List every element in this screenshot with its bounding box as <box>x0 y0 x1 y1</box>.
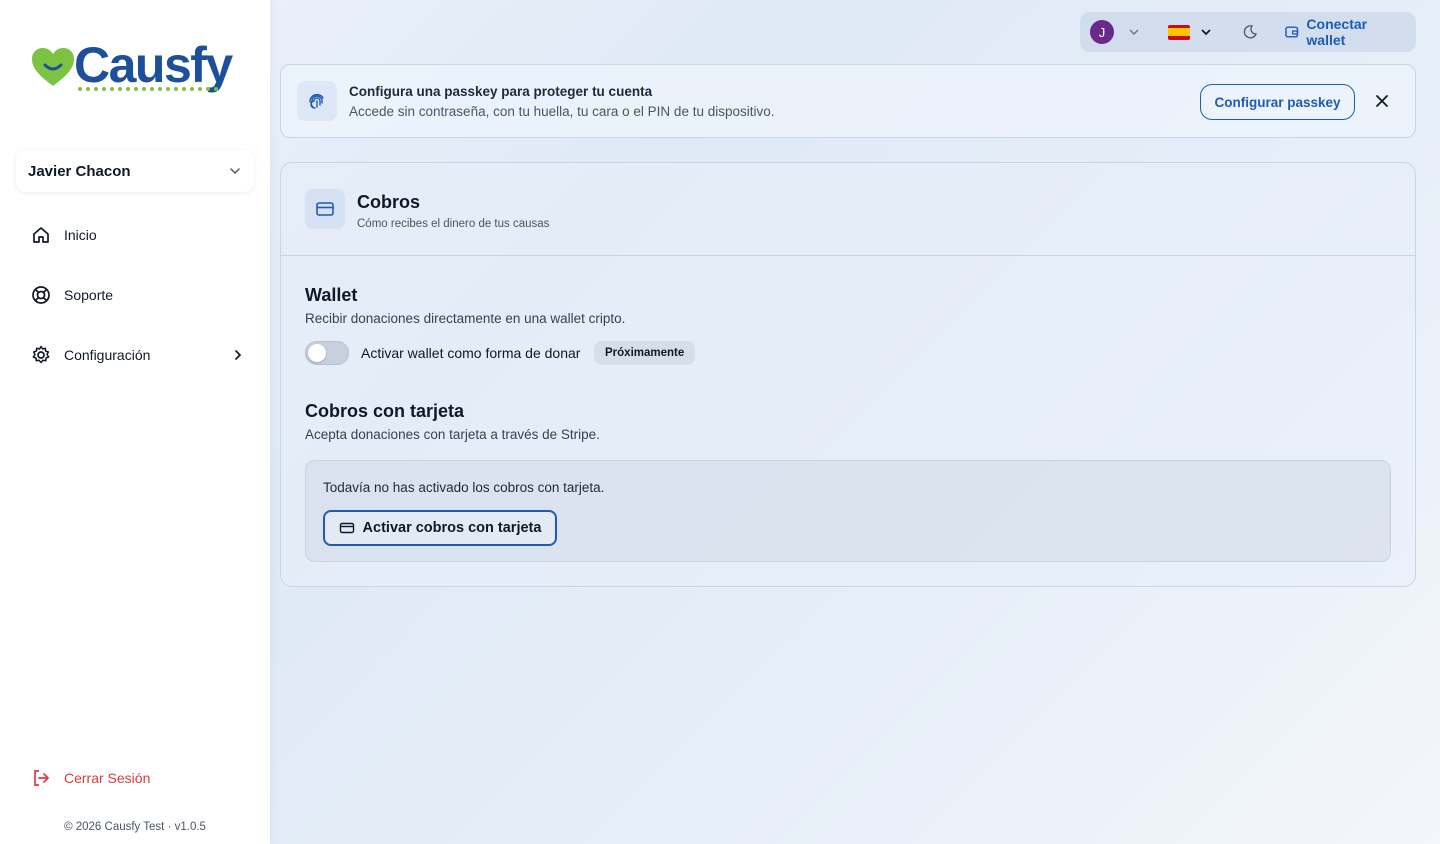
wallet-toggle-label: Activar wallet como forma de donar <box>361 345 581 361</box>
stripe-status-box: Todavía no has activado los cobros con t… <box>305 460 1391 562</box>
configure-passkey-button[interactable]: Configurar passkey <box>1200 84 1355 120</box>
banner-subtitle: Accede sin contraseña, con tu huella, tu… <box>349 104 775 119</box>
footer-copyright: © 2026 Causfy Test · v1.0.5 <box>64 821 206 833</box>
avatar: J <box>1090 20 1114 44</box>
sidebar-item-inicio[interactable]: Inicio <box>30 220 245 250</box>
logout-icon <box>30 767 52 789</box>
credit-card-icon <box>305 189 345 229</box>
sidebar: Causfy Javier Chacon Inicio Soporte Conf… <box>0 0 270 844</box>
sidebar-item-label: Inicio <box>64 227 97 243</box>
causfy-logo[interactable]: Causfy <box>30 40 245 96</box>
chevron-right-icon <box>235 350 242 360</box>
heart-logo-icon <box>32 48 74 86</box>
home-icon <box>30 224 52 246</box>
lifebuoy-icon <box>30 284 52 306</box>
wallet-section-title: Wallet <box>305 285 358 305</box>
credit-card-icon <box>339 520 355 536</box>
activate-card-payments-button[interactable]: Activar cobros con tarjeta <box>323 510 557 546</box>
language-selector[interactable] <box>1168 24 1212 40</box>
logout-label: Cerrar Sesión <box>64 770 151 786</box>
wallet-section-subtitle: Recibir donaciones directamente en una w… <box>305 311 626 326</box>
gear-icon <box>30 344 52 366</box>
activate-card-payments-label: Activar cobros con tarjeta <box>362 520 542 536</box>
logout-button[interactable]: Cerrar Sesión <box>30 763 245 793</box>
fingerprint-icon <box>297 81 337 121</box>
user-name: Javier Chacon <box>28 162 131 180</box>
coming-soon-badge: Próximamente <box>594 341 696 365</box>
sidebar-item-label: Configuración <box>64 347 151 363</box>
banner-title: Configura una passkey para proteger tu c… <box>349 84 653 99</box>
close-icon[interactable] <box>1373 92 1391 110</box>
user-selector[interactable]: Javier Chacon <box>16 150 254 192</box>
sidebar-item-soporte[interactable]: Soporte <box>30 280 245 310</box>
sidebar-item-configuracion[interactable]: Configuración <box>30 340 245 370</box>
payments-card: Cobros Cómo recibes el dinero de tus cau… <box>280 162 1416 587</box>
toggle-knob <box>308 344 326 362</box>
card-header: Cobros Cómo recibes el dinero de tus cau… <box>281 163 1415 256</box>
chevron-down-icon <box>1129 29 1139 35</box>
logo-dots <box>78 87 218 91</box>
card-payments-section-subtitle: Acepta donaciones con tarjeta a través d… <box>305 427 600 442</box>
sidebar-item-label: Soporte <box>64 287 114 303</box>
logo-wordmark: Causfy <box>74 37 233 93</box>
page-title: Cobros <box>357 192 420 212</box>
top-toolbar: J Conectar wallet <box>1080 12 1416 52</box>
wallet-toggle[interactable] <box>305 341 349 365</box>
spain-flag-icon <box>1168 24 1190 40</box>
card-payments-section-title: Cobros con tarjeta <box>305 401 465 421</box>
dark-mode-toggle[interactable] <box>1242 24 1258 40</box>
connect-wallet-label: Conectar wallet <box>1306 16 1368 48</box>
chevron-down-icon <box>1201 29 1211 36</box>
stripe-status-note: Todavía no has activado los cobros con t… <box>323 480 605 495</box>
chevron-down-icon <box>230 168 240 175</box>
wallet-icon <box>1285 26 1299 38</box>
account-menu[interactable]: J <box>1090 20 1140 44</box>
connect-wallet-button[interactable]: Conectar wallet <box>1284 16 1406 48</box>
passkey-banner: Configura una passkey para proteger tu c… <box>280 64 1416 138</box>
page-subtitle: Cómo recibes el dinero de tus causas <box>357 218 550 230</box>
moon-icon <box>1243 25 1257 39</box>
